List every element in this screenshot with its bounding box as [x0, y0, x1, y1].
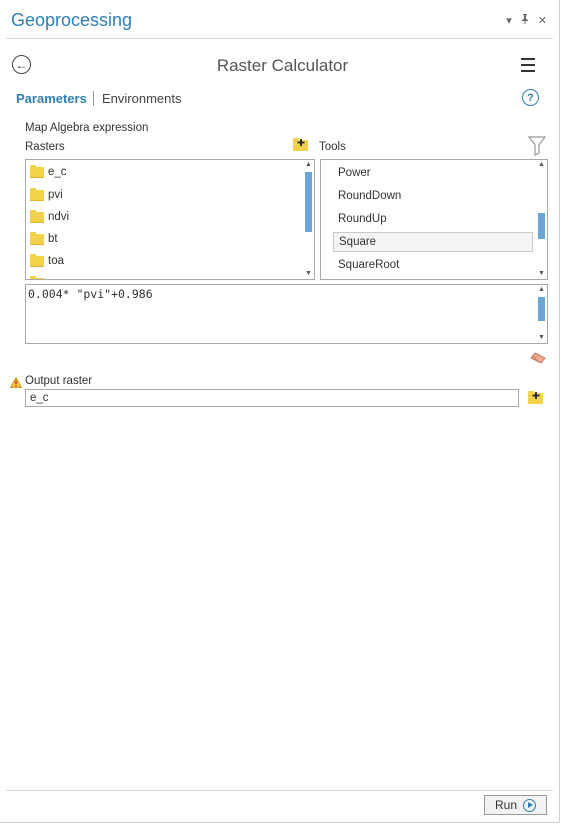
raster-item-label: e_c: [48, 166, 67, 178]
expression-textarea[interactable]: 0.004* "pvi"+0.986 ▲ ▼: [25, 284, 548, 344]
browse-output-icon[interactable]: [528, 390, 544, 405]
scroll-thumb[interactable]: [538, 213, 545, 239]
expression-scrollbar[interactable]: ▲ ▼: [537, 286, 546, 342]
scroll-thumb[interactable]: [538, 297, 545, 321]
eraser-icon[interactable]: [530, 351, 546, 364]
scroll-up-icon[interactable]: ▲: [537, 161, 546, 169]
raster-item-bt[interactable]: bt: [26, 228, 58, 250]
filter-icon[interactable]: [527, 136, 547, 156]
folder-icon: [30, 209, 44, 223]
rasters-label: Rasters: [25, 141, 65, 153]
expression-text: 0.004* "pvi"+0.986: [28, 287, 153, 301]
tools-list[interactable]: Power RoundDown RoundUp Square SquareRoo…: [320, 159, 548, 280]
tab-divider: [93, 91, 94, 106]
scroll-down-icon[interactable]: ▼: [304, 270, 313, 278]
geoprocessing-pane: Geoprocessing ▾ ✕ ← Raster Calculator Pa…: [0, 0, 560, 823]
tab-parameters[interactable]: Parameters: [16, 91, 87, 106]
pane-title: Geoprocessing: [11, 10, 133, 30]
run-button[interactable]: Run: [484, 795, 547, 815]
pane-window-controls: ▾ ✕: [506, 14, 547, 27]
tool-item-squareroot[interactable]: SquareRoot: [333, 255, 533, 275]
title-divider: [6, 38, 553, 39]
folder-icon: [30, 231, 44, 245]
raster-item-label: ndvi: [48, 211, 70, 223]
rasters-scrollbar[interactable]: ▲ ▼: [304, 161, 313, 278]
folder-icon: [30, 253, 44, 267]
close-icon[interactable]: ✕: [538, 14, 547, 27]
folder-icon: [30, 275, 44, 279]
raster-item-label: pvi: [48, 189, 63, 201]
run-button-label: Run: [494, 798, 517, 812]
hamburger-menu-icon[interactable]: [521, 58, 535, 75]
raster-item-toa[interactable]: toa: [26, 250, 64, 272]
folder-icon: [30, 164, 44, 178]
scroll-down-icon[interactable]: ▼: [537, 334, 546, 342]
raster-item-e-c[interactable]: e_c: [26, 161, 67, 183]
pane-options-dropdown-icon[interactable]: ▾: [506, 14, 512, 27]
map-algebra-label: Map Algebra expression: [25, 122, 149, 134]
raster-item-partial: [26, 272, 48, 279]
tool-item-square[interactable]: Square: [333, 232, 533, 252]
scroll-thumb[interactable]: [305, 172, 312, 232]
tools-scrollbar[interactable]: ▲ ▼: [537, 161, 546, 278]
tools-label: Tools: [319, 141, 346, 153]
footer-divider: [6, 790, 553, 791]
pin-icon[interactable]: [521, 14, 529, 27]
raster-item-label: toa: [48, 255, 64, 267]
tool-item-roundup[interactable]: RoundUp: [333, 209, 533, 229]
raster-item-label: bt: [48, 233, 58, 245]
tool-item-power[interactable]: Power: [333, 163, 533, 183]
add-raster-icon[interactable]: [293, 137, 309, 152]
raster-item-ndvi[interactable]: ndvi: [26, 206, 69, 228]
output-raster-input[interactable]: e_c: [25, 389, 519, 407]
output-raster-label: Output raster: [25, 375, 93, 387]
help-icon[interactable]: ?: [522, 89, 539, 106]
warning-icon: [9, 375, 23, 388]
scroll-up-icon[interactable]: ▲: [304, 161, 313, 169]
rasters-list[interactable]: e_c pvi ndvi bt toa ▲ ▼: [25, 159, 315, 280]
folder-icon: [30, 187, 44, 201]
scroll-down-icon[interactable]: ▼: [537, 270, 546, 278]
tool-item-rounddown[interactable]: RoundDown: [333, 186, 533, 206]
scroll-up-icon[interactable]: ▲: [537, 286, 546, 294]
tab-environments[interactable]: Environments: [102, 91, 181, 106]
raster-item-pvi[interactable]: pvi: [26, 184, 63, 206]
tool-title: Raster Calculator: [216, 56, 349, 75]
play-icon: [523, 798, 536, 812]
